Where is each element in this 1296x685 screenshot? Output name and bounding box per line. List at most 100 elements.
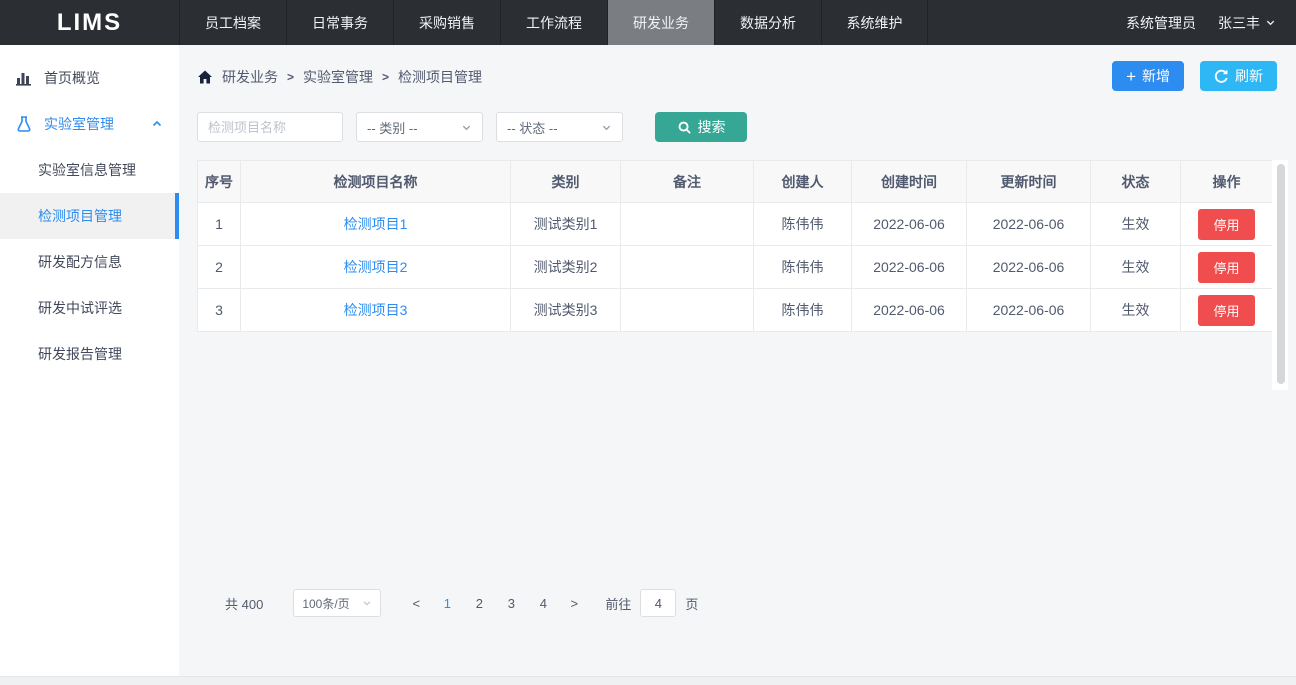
add-button-label: 新增 (1142, 66, 1170, 86)
search-button[interactable]: 搜索 (655, 112, 747, 142)
column-header-category: 类别 (511, 161, 621, 203)
prev-page-button[interactable]: < (401, 596, 431, 611)
sidebar-item-lab-info-management[interactable]: 实验室信息管理 (0, 147, 179, 193)
pagination: 共 400 100条/页 < 1 2 3 4 > 前往 页 (225, 588, 698, 618)
nav-tab-workflow[interactable]: 工作流程 (500, 0, 607, 45)
table-header-row: 序号 检测项目名称 类别 备注 创建人 创建时间 更新时间 状态 操作 (198, 161, 1273, 203)
cell-created: 2022-06-06 (852, 203, 967, 246)
sidebar-item-rd-formula-info[interactable]: 研发配方信息 (0, 239, 179, 285)
filter-bar: -- 类别 -- -- 状态 -- 搜索 (197, 112, 747, 142)
cell-status: 生效 (1091, 203, 1181, 246)
chevron-up-icon (151, 118, 163, 130)
user-name-label: 张三丰 (1218, 13, 1260, 33)
toolbar: + 新增 刷新 (1112, 61, 1277, 91)
cell-index: 1 (198, 203, 241, 246)
cell-remark (621, 289, 754, 332)
sidebar: 首页概览 实验室管理 实验室信息管理 检测项目管理 研发配方信息 研发中试评选 … (0, 45, 179, 676)
table-row: 1 检测项目1 测试类别1 陈伟伟 2022-06-06 2022-06-06 … (198, 203, 1273, 246)
cell-index: 2 (198, 246, 241, 289)
column-header-index: 序号 (198, 161, 241, 203)
table-scrollbar-thumb[interactable] (1277, 164, 1285, 384)
table-row: 3 检测项目3 测试类别3 陈伟伟 2022-06-06 2022-06-06 … (198, 289, 1273, 332)
page-footer-strip (0, 676, 1296, 685)
breadcrumb-item[interactable]: 实验室管理 (303, 67, 373, 87)
cell-remark (621, 203, 754, 246)
cell-name-link[interactable]: 检测项目2 (241, 246, 511, 289)
table-row: 2 检测项目2 测试类别2 陈伟伟 2022-06-06 2022-06-06 … (198, 246, 1273, 289)
search-button-label: 搜索 (698, 117, 726, 137)
nav-tab-data-analysis[interactable]: 数据分析 (714, 0, 821, 45)
column-header-remark: 备注 (621, 161, 754, 203)
home-icon (197, 69, 213, 85)
sidebar-item-label: 首页概览 (44, 68, 100, 88)
goto-page-input[interactable] (640, 589, 676, 617)
sidebar-group-lab-management[interactable]: 实验室管理 (0, 101, 179, 147)
cell-status: 生效 (1091, 246, 1181, 289)
cell-created: 2022-06-06 (852, 246, 967, 289)
breadcrumb-separator: > (382, 70, 389, 84)
refresh-button[interactable]: 刷新 (1200, 61, 1277, 91)
chevron-down-icon (362, 598, 372, 608)
cell-name-link[interactable]: 检测项目1 (241, 203, 511, 246)
sidebar-item-rd-pilot-selection[interactable]: 研发中试评选 (0, 285, 179, 331)
cell-creator: 陈伟伟 (754, 289, 852, 332)
nav-tab-rd-business[interactable]: 研发业务 (607, 0, 714, 45)
page-number-4[interactable]: 4 (527, 596, 559, 611)
bar-chart-icon (15, 69, 33, 87)
data-table: 序号 检测项目名称 类别 备注 创建人 创建时间 更新时间 状态 操作 1 检测… (197, 160, 1273, 332)
sidebar-item-rd-report-management[interactable]: 研发报告管理 (0, 331, 179, 377)
status-select-value: -- 状态 -- (507, 118, 558, 137)
sidebar-item-label: 研发报告管理 (38, 344, 122, 364)
disable-button[interactable]: 停用 (1198, 295, 1254, 326)
nav-tab-label: 采购销售 (419, 13, 475, 33)
next-page-button[interactable]: > (559, 596, 589, 611)
sidebar-item-test-project-management[interactable]: 检测项目管理 (0, 193, 179, 239)
add-button[interactable]: + 新增 (1112, 61, 1184, 91)
column-header-created: 创建时间 (852, 161, 967, 203)
sidebar-item-label: 研发配方信息 (38, 252, 122, 272)
nav-tab-label: 研发业务 (633, 13, 689, 33)
cell-category: 测试类别3 (511, 289, 621, 332)
cell-updated: 2022-06-06 (967, 289, 1091, 332)
table-scrollbar-track (1272, 160, 1288, 390)
pagination-total: 共 400 (225, 594, 263, 613)
user-menu[interactable]: 张三丰 (1218, 13, 1276, 33)
flask-icon (15, 115, 33, 133)
cell-name-link[interactable]: 检测项目3 (241, 289, 511, 332)
refresh-button-label: 刷新 (1235, 66, 1263, 86)
sidebar-item-label: 实验室信息管理 (38, 160, 136, 180)
nav-tab-daily-affairs[interactable]: 日常事务 (286, 0, 393, 45)
project-name-input[interactable] (197, 112, 343, 142)
nav-tab-system-maintenance[interactable]: 系统维护 (821, 0, 928, 45)
page-size-select[interactable]: 100条/页 (293, 589, 381, 617)
category-select[interactable]: -- 类别 -- (356, 112, 483, 142)
cell-creator: 陈伟伟 (754, 246, 852, 289)
category-select-value: -- 类别 -- (367, 118, 418, 137)
breadcrumb: 研发业务 > 实验室管理 > 检测项目管理 (197, 62, 482, 92)
search-icon (677, 120, 692, 135)
cell-updated: 2022-06-06 (967, 203, 1091, 246)
main-content: 研发业务 > 实验室管理 > 检测项目管理 + 新增 刷新 -- 类别 -- -… (179, 45, 1296, 676)
chevron-down-icon (461, 122, 472, 133)
page-number-1[interactable]: 1 (431, 596, 463, 611)
sidebar-item-home-overview[interactable]: 首页概览 (0, 55, 179, 101)
cell-actions: 停用 (1181, 246, 1273, 289)
cell-created: 2022-06-06 (852, 289, 967, 332)
sidebar-item-label: 检测项目管理 (38, 206, 122, 226)
nav-tab-purchase-sales[interactable]: 采购销售 (393, 0, 500, 45)
topbar: LIMS 员工档案 日常事务 采购销售 工作流程 研发业务 数据分析 系统维护 … (0, 0, 1296, 45)
breadcrumb-item[interactable]: 研发业务 (222, 67, 278, 87)
cell-index: 3 (198, 289, 241, 332)
breadcrumb-item[interactable]: 检测项目管理 (398, 67, 482, 87)
disable-button[interactable]: 停用 (1198, 252, 1254, 283)
disable-button[interactable]: 停用 (1198, 209, 1254, 240)
nav-tab-label: 工作流程 (526, 13, 582, 33)
nav-tab-employee-files[interactable]: 员工档案 (179, 0, 286, 45)
page-number-2[interactable]: 2 (463, 596, 495, 611)
user-area: 系统管理员 张三丰 (1126, 0, 1276, 45)
chevron-down-icon (1265, 17, 1276, 28)
status-select[interactable]: -- 状态 -- (496, 112, 623, 142)
nav-tab-label: 系统维护 (847, 13, 903, 33)
nav-tab-label: 日常事务 (312, 13, 368, 33)
page-number-3[interactable]: 3 (495, 596, 527, 611)
